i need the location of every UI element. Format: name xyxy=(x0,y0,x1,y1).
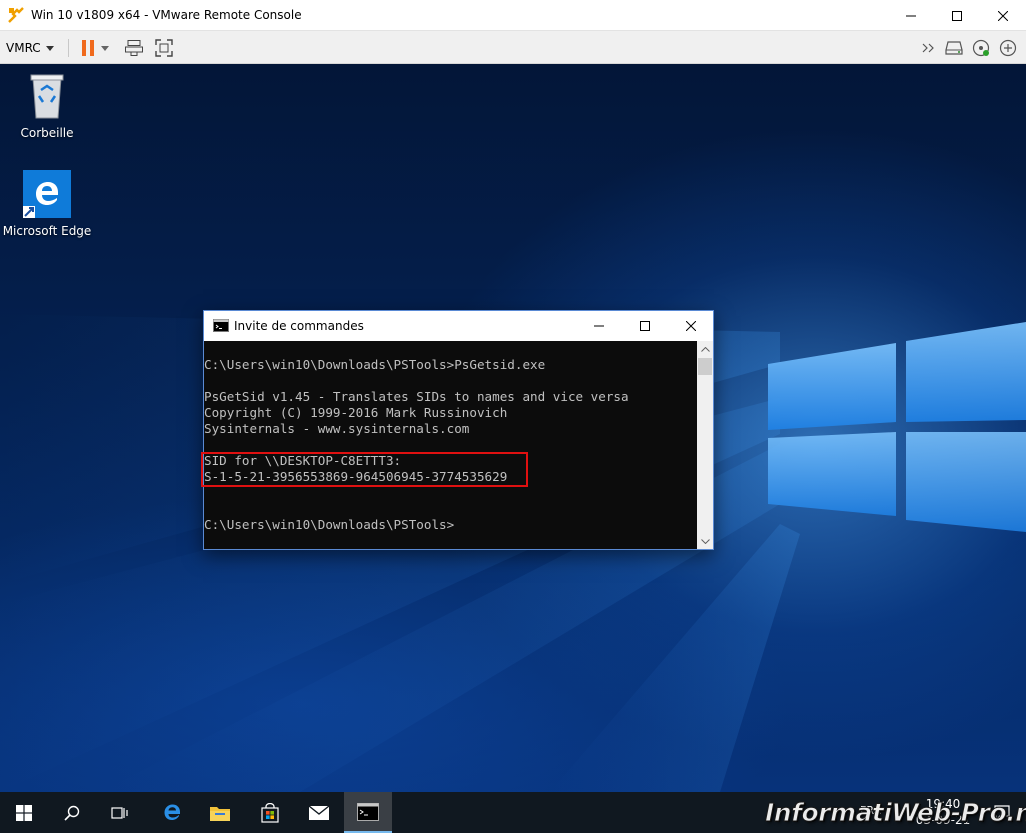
taskbar-edge[interactable] xyxy=(148,792,196,833)
close-button[interactable] xyxy=(980,0,1026,31)
recycle-bin-icon xyxy=(30,74,64,119)
taskbar-store[interactable] xyxy=(246,792,294,833)
chevron-down-icon xyxy=(700,538,710,544)
taskbar-file-explorer[interactable] xyxy=(196,792,244,833)
scroll-thumb[interactable] xyxy=(698,358,712,375)
ctrl-alt-del-icon xyxy=(125,40,143,56)
double-chevron-right-icon xyxy=(922,43,934,53)
search-button[interactable] xyxy=(48,792,96,833)
fullscreen-icon xyxy=(155,39,173,57)
expand-toolbar-button[interactable] xyxy=(918,37,940,59)
minimize-icon xyxy=(594,325,604,327)
file-explorer-icon xyxy=(210,806,230,821)
disc-icon xyxy=(972,39,990,57)
hard-drive-icon xyxy=(945,41,963,55)
command-prompt-title-bar[interactable]: Invite de commandes xyxy=(204,311,713,341)
edge-icon xyxy=(164,804,180,820)
edge-icon xyxy=(23,170,71,218)
desktop-icon-microsoft-edge[interactable]: Microsoft Edge xyxy=(2,170,92,238)
console-line: C:\Users\win10\Downloads\PSTools>PsGetsi… xyxy=(204,357,546,372)
maximize-icon xyxy=(640,321,650,331)
cd-dvd-button[interactable] xyxy=(970,37,992,59)
close-icon xyxy=(686,321,696,331)
minimize-button[interactable] xyxy=(888,0,934,31)
fullscreen-button[interactable] xyxy=(153,37,175,59)
vmrc-menu-label: VMRC xyxy=(6,41,41,55)
power-dropdown-button[interactable] xyxy=(98,37,112,59)
cmd-minimize-button[interactable] xyxy=(576,311,622,341)
send-ctrl-alt-del-button[interactable] xyxy=(123,37,145,59)
scroll-up-button[interactable] xyxy=(697,341,713,357)
console-scrollbar[interactable] xyxy=(697,341,713,549)
taskbar-mail[interactable] xyxy=(295,792,343,833)
console-line: Copyright (C) 1999-2016 Mark Russinovich xyxy=(204,405,508,420)
task-view-button[interactable] xyxy=(96,792,144,833)
taskbar-command-prompt[interactable] xyxy=(344,792,392,833)
pause-icon xyxy=(82,40,94,56)
network-button[interactable] xyxy=(997,37,1019,59)
chevron-down-icon xyxy=(45,45,54,51)
window-title: Win 10 v1809 x64 - VMware Remote Console xyxy=(31,8,302,22)
search-icon xyxy=(64,805,80,821)
sid-for-line: SID for \\DESKTOP-C8ETTT3: xyxy=(204,453,402,468)
desktop-icon-recycle-bin[interactable]: Corbeille xyxy=(2,72,92,140)
start-button[interactable] xyxy=(0,792,48,833)
command-prompt-icon xyxy=(357,802,379,821)
watermark: InformatiWeb-Pro.net xyxy=(764,798,1026,828)
sid-value-line: S-1-5-21-3956553869-964506945-3774535629 xyxy=(204,469,508,484)
maximize-button[interactable] xyxy=(934,0,980,31)
start-icon xyxy=(16,804,32,821)
console-output[interactable]: C:\Users\win10\Downloads\PSTools>PsGetsi… xyxy=(204,341,697,549)
scroll-down-button[interactable] xyxy=(697,533,713,549)
chevron-up-icon xyxy=(700,346,710,352)
vmrc-toolbar: VMRC xyxy=(0,31,1026,64)
close-icon xyxy=(998,10,1008,21)
cmd-maximize-button[interactable] xyxy=(622,311,668,341)
task-view-icon xyxy=(111,806,128,819)
pause-button[interactable] xyxy=(77,37,99,59)
vmrc-app-icon xyxy=(8,7,24,23)
toolbar-divider xyxy=(68,39,69,57)
console-prompt-line: C:\Users\win10\Downloads\PSTools> xyxy=(204,517,455,532)
command-prompt-window[interactable]: Invite de commandes C:\Users\win10\Downl… xyxy=(201,310,714,550)
desktop-icon-label: Microsoft Edge xyxy=(2,224,92,238)
command-prompt-icon xyxy=(213,319,229,332)
desktop-icon-label: Corbeille xyxy=(20,126,74,140)
vmrc-menu-button[interactable]: VMRC xyxy=(6,39,54,57)
network-icon xyxy=(999,39,1017,57)
minimize-icon xyxy=(906,15,916,16)
maximize-icon xyxy=(952,10,962,21)
command-prompt-title: Invite de commandes xyxy=(234,319,364,333)
store-icon xyxy=(261,802,279,823)
removable-devices-button[interactable] xyxy=(943,37,965,59)
mail-icon xyxy=(308,804,330,820)
console-line: Sysinternals - www.sysinternals.com xyxy=(204,421,470,436)
vmrc-title-bar: Win 10 v1809 x64 - VMware Remote Console xyxy=(0,0,1026,31)
cmd-close-button[interactable] xyxy=(668,311,714,341)
chevron-down-icon xyxy=(101,45,109,51)
console-line: PsGetSid v1.45 - Translates SIDs to name… xyxy=(204,389,629,404)
